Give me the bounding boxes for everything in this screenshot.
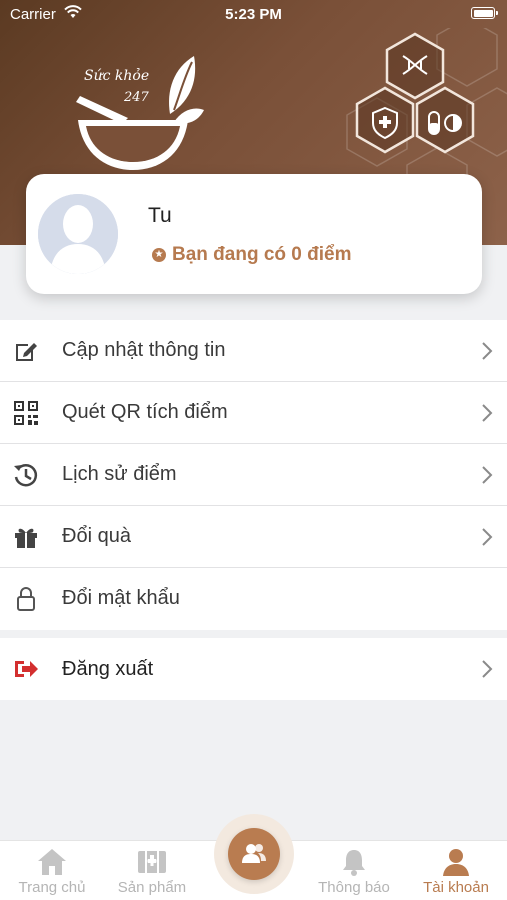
edit-icon [16,343,37,361]
center-action-button[interactable] [214,814,294,894]
center-action-inner [228,828,280,880]
points-balance: ★ Bạn đang có 0 điểm [152,244,351,266]
logout-label: Đăng xuất [62,658,154,680]
menu-item-label: Lịch sử điểm [62,463,177,485]
menu-item-scan-qr[interactable]: Quét QR tích điểm [0,382,507,444]
tab-products[interactable]: Sản phẩm [104,841,200,900]
health-hexagon-icons [346,28,507,188]
menu-item-redeem-gift[interactable]: Đổi quà [0,506,507,568]
logout-icon [15,661,38,677]
bell-icon [343,850,365,876]
brand-logo: Sức khỏe 247 [70,52,210,182]
clock: 5:23 PM [225,6,282,23]
mortar-pestle-icon [76,56,204,170]
avatar-placeholder-icon [38,194,118,274]
chevron-right-icon [482,528,493,546]
status-bar: Carrier 5:23 PM [0,0,507,30]
qr-code-icon [14,401,38,425]
tab-label: Tài khoản [423,879,489,896]
tab-label: Thông báo [318,879,390,896]
avatar[interactable] [38,194,118,274]
star-icon: ★ [152,248,166,262]
user-icon [443,849,469,876]
chevron-right-icon [482,660,493,678]
history-icon [14,464,38,487]
medical-kit-icon [138,851,166,873]
menu-item-label: Quét QR tích điểm [62,401,228,423]
menu-item-update-info[interactable]: Cập nhật thông tin [0,320,507,382]
profile-card: Tu ★ Bạn đang có 0 điểm [26,174,482,294]
menu-item-label: Đổi mật khẩu [62,587,180,609]
tab-home[interactable]: Trang chủ [4,841,100,900]
tab-account[interactable]: Tài khoản [408,841,504,900]
users-icon [242,844,266,863]
menu-item-change-password[interactable]: Đổi mật khẩu [0,568,507,630]
chevron-right-icon [482,342,493,360]
account-menu: Cập nhật thông tin Quét QR tích điểm Lịc… [0,320,507,630]
gift-icon [15,528,37,548]
tab-label: Trang chủ [18,879,86,896]
points-text: Bạn đang có 0 điểm [172,244,352,265]
tab-label: Sản phẩm [117,879,187,896]
logout-button[interactable]: Đăng xuất [0,638,507,700]
chevron-right-icon [482,466,493,484]
menu-item-label: Cập nhật thông tin [62,339,226,361]
menu-item-label: Đổi quà [62,525,131,547]
lock-icon [17,587,35,611]
chevron-right-icon [482,404,493,422]
menu-item-points-history[interactable]: Lịch sử điểm [0,444,507,506]
battery-icon [471,7,498,19]
user-name: Tu [148,204,172,227]
home-icon [38,849,66,875]
tab-notifications[interactable]: Thông báo [306,841,402,900]
